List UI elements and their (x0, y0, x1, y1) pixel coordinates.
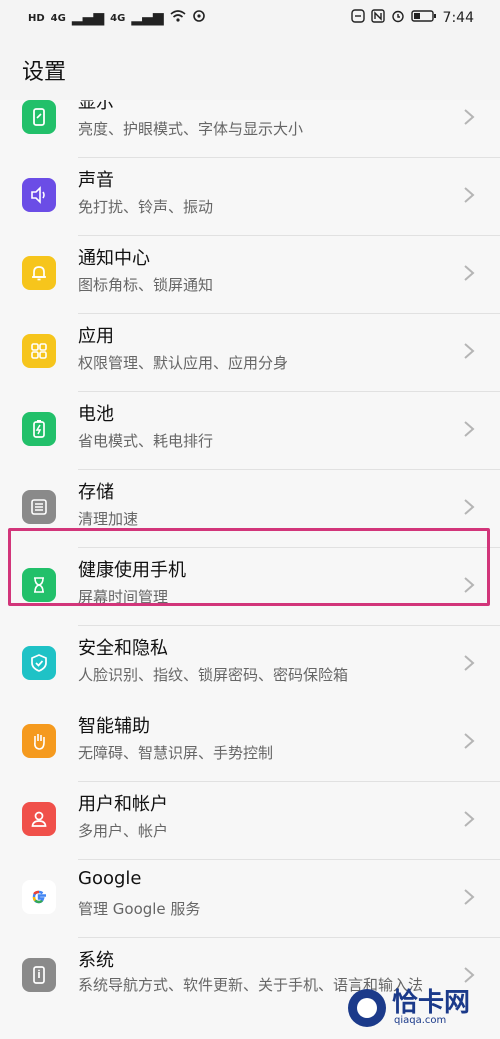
settings-item-smart-assistance[interactable]: 智能辅助 无障碍、智慧识屏、手势控制 (0, 704, 500, 782)
settings-item-subtitle: 省电模式、耗电排行 (78, 432, 214, 450)
settings-item-title: 智能辅助 (78, 716, 150, 737)
settings-item-users-accounts[interactable]: 用户和帐户 多用户、帐户 (0, 782, 500, 860)
settings-item-subtitle: 亮度、护眼模式、字体与显示大小 (78, 120, 304, 138)
nfc-icon (370, 9, 385, 27)
settings-item-display[interactable]: 显示 亮度、护眼模式、字体与显示大小 (0, 100, 500, 158)
settings-item-title: 显示 (78, 100, 114, 113)
signal-bars-icon-2: ▂▄▆ (131, 10, 164, 26)
hourglass-icon (22, 568, 56, 602)
settings-item-notification[interactable]: 通知中心 图标角标、锁屏通知 (0, 236, 500, 314)
watermark-main-text: 恰卡网 (392, 988, 471, 1018)
status-right: 7:44 (350, 9, 474, 27)
settings-item-title: 应用 (78, 326, 114, 347)
hand-icon (22, 724, 56, 758)
google-icon (22, 880, 56, 914)
settings-item-title: 安全和隐私 (78, 638, 168, 659)
hd-indicator: HD (28, 12, 45, 24)
settings-item-title: 用户和帐户 (78, 794, 168, 815)
chevron-right-icon (464, 967, 475, 983)
settings-item-storage[interactable]: 存储 清理加速 (0, 470, 500, 548)
settings-item-title: 通知中心 (78, 248, 150, 269)
settings-item-title: 电池 (78, 404, 114, 425)
chevron-right-icon (464, 889, 475, 905)
chevron-right-icon (464, 811, 475, 827)
settings-list[interactable]: 显示 亮度、护眼模式、字体与显示大小 声音 免打扰、铃声、振动 通知中心 图标角… (0, 100, 500, 1039)
chevron-right-icon (464, 421, 475, 437)
settings-item-security-privacy[interactable]: 安全和隐私 人脸识别、指纹、锁屏密码、密码保险箱 (0, 626, 500, 704)
settings-item-title: 存储 (78, 482, 114, 503)
settings-item-battery[interactable]: 电池 省电模式、耗电排行 (0, 392, 500, 470)
page-header: 设置 (0, 36, 500, 100)
bell-icon (22, 256, 56, 290)
chevron-right-icon (464, 655, 475, 671)
chevron-right-icon (464, 733, 475, 749)
settings-item-title: 健康使用手机 (78, 560, 186, 581)
status-bar: HD 4G ▂▄▆ 4G ▂▄▆ 7:44 (0, 0, 500, 36)
chevron-right-icon (464, 499, 475, 515)
status-left: HD 4G ▂▄▆ 4G ▂▄▆ (28, 9, 206, 27)
settings-item-subtitle: 图标角标、锁屏通知 (78, 276, 214, 294)
chevron-right-icon (464, 109, 475, 125)
watermark-text: 恰卡网 qiaqa.com (392, 990, 470, 1026)
vibrate-icon (350, 9, 365, 27)
settings-item-title: 系统 (78, 950, 114, 971)
sync-icon (192, 9, 206, 27)
signal-4g-1: 4G (50, 12, 66, 24)
user-icon (22, 802, 56, 836)
shield-icon (22, 646, 56, 680)
display-icon (22, 100, 56, 134)
battery-icon (22, 412, 56, 446)
settings-item-subtitle: 免打扰、铃声、振动 (78, 198, 214, 216)
settings-item-digital-balance[interactable]: 健康使用手机 屏幕时间管理 (0, 548, 500, 626)
signal-bars-icon: ▂▄▆ (71, 10, 105, 26)
settings-item-subtitle: 人脸识别、指纹、锁屏密码、密码保险箱 (78, 666, 349, 684)
settings-item-subtitle: 无障碍、智慧识屏、手势控制 (78, 744, 274, 762)
storage-icon (22, 490, 56, 524)
chevron-right-icon (464, 343, 475, 359)
page-title: 设置 (22, 60, 67, 85)
settings-item-subtitle: 屏幕时间管理 (78, 588, 169, 606)
settings-item-title: Google (78, 868, 142, 889)
sound-icon (22, 178, 56, 212)
watermark-sub-text: qiaqa.com (394, 1015, 447, 1026)
signal-4g-2: 4G (110, 12, 126, 24)
settings-item-subtitle: 管理 Google 服务 (78, 900, 201, 918)
chevron-right-icon (464, 577, 475, 593)
system-icon (22, 958, 56, 992)
chevron-right-icon (464, 265, 475, 281)
settings-item-subtitle: 清理加速 (78, 510, 139, 528)
settings-item-subtitle: 权限管理、默认应用、应用分身 (78, 354, 289, 372)
settings-item-google[interactable]: Google 管理 Google 服务 (0, 860, 500, 938)
watermark-logo: 恰卡网 qiaqa.com (348, 987, 488, 1029)
settings-item-subtitle: 多用户、帐户 (78, 822, 169, 840)
watermark-logo-icon (348, 989, 386, 1027)
alarm-icon (391, 9, 405, 27)
battery-status-icon (410, 10, 437, 26)
apps-icon (22, 334, 56, 368)
settings-item-title: 声音 (78, 170, 114, 191)
chevron-right-icon (464, 187, 475, 203)
settings-item-apps[interactable]: 应用 权限管理、默认应用、应用分身 (0, 314, 500, 392)
wifi-icon (170, 9, 186, 27)
clock-time: 7:44 (442, 10, 474, 26)
settings-item-sound[interactable]: 声音 免打扰、铃声、振动 (0, 158, 500, 236)
